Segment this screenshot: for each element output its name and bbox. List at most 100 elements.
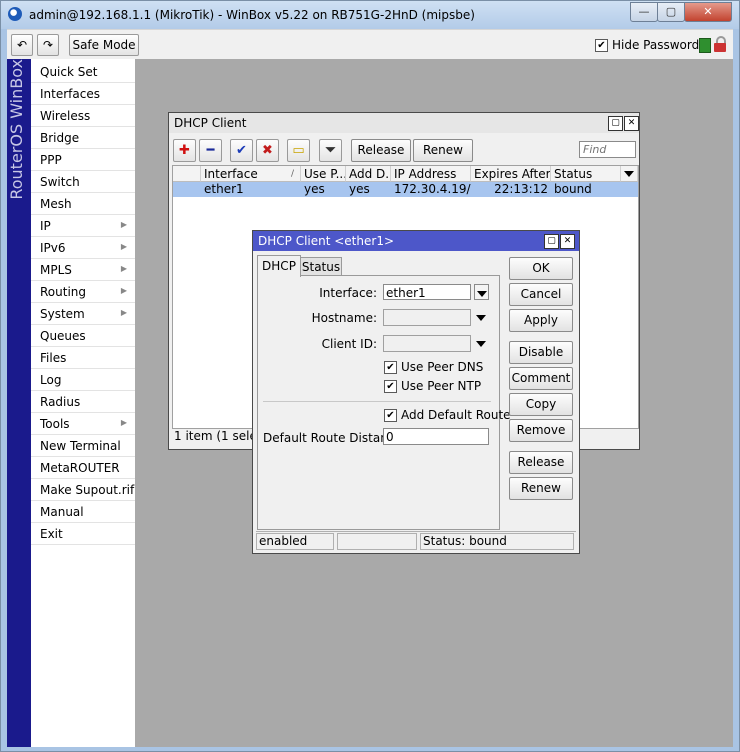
sidebar-item-mpls[interactable]: MPLS ▶: [31, 259, 135, 281]
remove-button[interactable]: Remove: [509, 419, 573, 442]
minimize-button[interactable]: —: [630, 2, 658, 22]
sidebar-item-manual[interactable]: Manual: [31, 501, 135, 523]
release-button[interactable]: Release: [509, 451, 573, 474]
cell-expires-after: 22:13:12: [494, 182, 548, 196]
comment-icon[interactable]: ▭: [287, 139, 310, 162]
title-bar[interactable]: admin@192.168.1.1 (MikroTik) - WinBox v5…: [1, 1, 739, 29]
sidebar-item-label: PPP: [40, 153, 62, 167]
submenu-arrow-icon: ▶: [120, 264, 127, 273]
sidebar-item-label: Log: [40, 373, 62, 387]
column-header-add-default[interactable]: Add D...: [346, 166, 391, 182]
interface-field[interactable]: ether1: [383, 284, 471, 300]
column-header-use-peer[interactable]: Use P...: [301, 166, 346, 182]
column-header-interface[interactable]: Interface /: [201, 166, 301, 182]
sidebar-item-tools[interactable]: Tools ▶: [31, 413, 135, 435]
column-menu-button[interactable]: [621, 166, 638, 182]
enable-icon[interactable]: ✔: [230, 139, 253, 162]
table-row[interactable]: ether1 yes yes 172.30.4.19/24 22:13:12 b…: [173, 182, 638, 197]
client-id-field[interactable]: [383, 335, 471, 352]
default-route-distance-field[interactable]: 0: [383, 428, 489, 445]
disable-icon[interactable]: ✖: [256, 139, 279, 162]
close-icon[interactable]: ✕: [624, 116, 639, 131]
sidebar-item-label: Radius: [40, 395, 81, 409]
sidebar-item-label: Quick Set: [40, 65, 98, 79]
sidebar-item-queues[interactable]: Queues: [31, 325, 135, 347]
sidebar-item-label: Bridge: [40, 131, 80, 145]
column-header-expires-after[interactable]: Expires After: [471, 166, 551, 182]
sidebar-item-label: Interfaces: [40, 87, 100, 101]
copy-button[interactable]: Copy: [509, 393, 573, 416]
sidebar-item-ipv6[interactable]: IPv6 ▶: [31, 237, 135, 259]
maximize-button[interactable]: ▢: [657, 2, 685, 22]
sidebar-brand-strip: RouterOS WinBox: [7, 59, 31, 747]
sidebar-item-label: Mesh: [40, 197, 72, 211]
sidebar-item-mesh[interactable]: Mesh: [31, 193, 135, 215]
cancel-button[interactable]: Cancel: [509, 283, 573, 306]
find-input[interactable]: [579, 141, 636, 158]
close-button[interactable]: ✕: [684, 2, 732, 22]
cell-ip-address: 172.30.4.19/24: [394, 182, 471, 196]
use-peer-dns-checkbox[interactable]: ✔: [384, 361, 397, 374]
add-icon[interactable]: ✚: [173, 139, 196, 162]
dialog-title-bar[interactable]: DHCP Client <ether1> ▢ ✕: [253, 231, 579, 251]
restore-icon[interactable]: ▢: [608, 116, 623, 131]
sidebar-item-bridge[interactable]: Bridge: [31, 127, 135, 149]
release-button[interactable]: Release: [351, 139, 411, 162]
sidebar-item-metarouter[interactable]: MetaROUTER: [31, 457, 135, 479]
disable-button[interactable]: Disable: [509, 341, 573, 364]
renew-button[interactable]: Renew: [509, 477, 573, 500]
chevron-down-icon[interactable]: [476, 315, 486, 321]
sidebar-item-exit[interactable]: Exit: [31, 523, 135, 545]
submenu-arrow-icon: ▶: [120, 242, 127, 251]
comment-button[interactable]: Comment: [509, 367, 573, 390]
sidebar-brand-text: RouterOS WinBox: [7, 59, 26, 200]
use-peer-ntp-label: Use Peer NTP: [401, 379, 482, 393]
safe-mode-button[interactable]: Safe Mode: [69, 34, 139, 56]
sidebar-item-interfaces[interactable]: Interfaces: [31, 83, 135, 105]
status-middle: [337, 533, 417, 550]
renew-button[interactable]: Renew: [413, 139, 473, 162]
interface-dropdown-button[interactable]: [474, 284, 489, 300]
chevron-down-icon[interactable]: [476, 341, 486, 347]
dhcp-client-dialog: DHCP Client <ether1> ▢ ✕ DHCP Status Int…: [252, 230, 580, 554]
sidebar-item-new-terminal[interactable]: New Terminal: [31, 435, 135, 457]
sidebar-item-system[interactable]: System ▶: [31, 303, 135, 325]
filter-icon[interactable]: ⏷: [319, 139, 342, 162]
tab-status[interactable]: Status: [300, 257, 342, 276]
ok-button[interactable]: OK: [509, 257, 573, 280]
submenu-arrow-icon: ▶: [120, 220, 127, 229]
cell-add-default: yes: [349, 182, 370, 196]
sidebar-item-label: New Terminal: [40, 439, 121, 453]
sidebar-item-quick-set[interactable]: Quick Set: [31, 61, 135, 83]
restore-icon[interactable]: ▢: [544, 234, 559, 249]
sidebar-item-ppp[interactable]: PPP: [31, 149, 135, 171]
add-default-route-checkbox[interactable]: ✔: [384, 409, 397, 422]
dialog-title: DHCP Client <ether1>: [258, 234, 395, 248]
apply-button[interactable]: Apply: [509, 309, 573, 332]
sidebar-item-switch[interactable]: Switch: [31, 171, 135, 193]
column-header-status[interactable]: Status: [551, 166, 621, 182]
use-peer-ntp-checkbox[interactable]: ✔: [384, 380, 397, 393]
hostname-field[interactable]: [383, 309, 471, 326]
sidebar-item-log[interactable]: Log: [31, 369, 135, 391]
chevron-down-icon: [477, 291, 487, 297]
sidebar-item-make-supout[interactable]: Make Supout.rif: [31, 479, 135, 501]
column-header-ip-address[interactable]: IP Address: [391, 166, 471, 182]
sidebar-item-wireless[interactable]: Wireless: [31, 105, 135, 127]
close-icon[interactable]: ✕: [560, 234, 575, 249]
tab-dhcp[interactable]: DHCP: [257, 255, 301, 277]
cell-use-peer: yes: [304, 182, 325, 196]
redo-button[interactable]: ↷: [37, 34, 59, 56]
dhcp-client-title-bar[interactable]: DHCP Client ▢ ✕: [169, 113, 639, 133]
sidebar-item-label: Wireless: [40, 109, 91, 123]
sidebar-item-files[interactable]: Files: [31, 347, 135, 369]
sidebar-item-ip[interactable]: IP ▶: [31, 215, 135, 237]
client-id-label: Client ID:: [321, 337, 377, 351]
undo-button[interactable]: ↶: [11, 34, 33, 56]
status-enabled: enabled: [256, 533, 334, 550]
sidebar-item-radius[interactable]: Radius: [31, 391, 135, 413]
hide-passwords-checkbox[interactable]: ✔: [595, 39, 608, 52]
sidebar-item-routing[interactable]: Routing ▶: [31, 281, 135, 303]
dialog-status-bar: enabled Status: bound: [256, 531, 576, 551]
remove-icon[interactable]: ━: [199, 139, 222, 162]
